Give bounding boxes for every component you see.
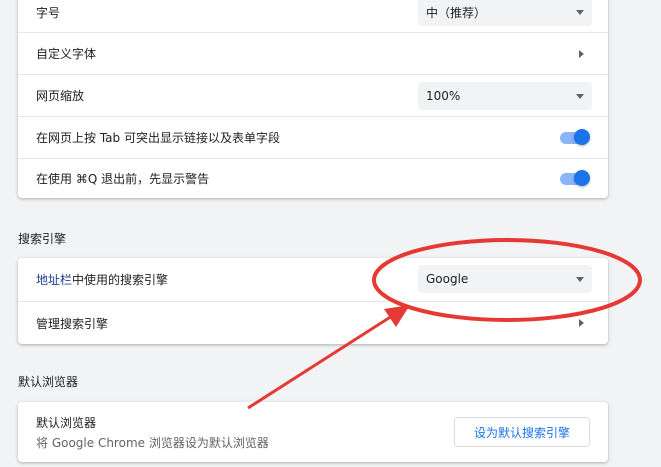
custom-fonts-label: 自定义字体: [36, 47, 97, 61]
chevron-right-icon: [579, 319, 584, 327]
search-engine-value: Google: [426, 272, 469, 286]
default-browser-text: 默认浏览器 将 Google Chrome 浏览器设为默认浏览器: [36, 414, 269, 451]
page-zoom-label: 网页缩放: [36, 89, 85, 103]
default-browser-card: 默认浏览器 将 Google Chrome 浏览器设为默认浏览器 设为默认搜索引…: [18, 402, 608, 462]
chevron-right-icon: [579, 49, 584, 58]
search-engine-select[interactable]: Google: [418, 265, 592, 293]
page-zoom-select[interactable]: 100%: [418, 82, 592, 110]
default-browser-row: 默认浏览器 将 Google Chrome 浏览器设为默认浏览器 设为默认搜索引…: [18, 402, 608, 462]
custom-fonts-row[interactable]: 自定义字体: [18, 32, 608, 74]
address-bar-engine-label: 地址栏中使用的搜索引擎: [36, 271, 168, 288]
tab-highlight-label: 在网页上按 Tab 可突出显示链接以及表单字段: [36, 131, 280, 145]
font-size-label: 字号: [36, 5, 61, 20]
default-browser-label: 默认浏览器: [36, 415, 97, 430]
default-browser-description: 将 Google Chrome 浏览器设为默认浏览器: [36, 435, 269, 450]
address-bar-engine-row: 地址栏中使用的搜索引擎 Google: [18, 258, 608, 301]
chevron-down-icon: [576, 277, 584, 282]
font-size-row: 字号 中（推荐）: [18, 0, 608, 32]
tab-highlight-toggle[interactable]: [560, 129, 590, 145]
manage-search-engines-label: 管理搜索引擎: [36, 316, 109, 331]
quit-warning-row: 在使用 ⌘Q 退出前，先显示警告: [18, 158, 608, 198]
chevron-down-icon: [576, 94, 584, 99]
toggle-knob: [574, 129, 590, 145]
address-bar-label-rest: 中使用的搜索引擎: [72, 273, 169, 287]
chevron-down-icon: [576, 10, 584, 15]
set-default-button[interactable]: 设为默认搜索引擎: [454, 417, 590, 447]
search-engine-section-title: 搜索引擎: [18, 232, 67, 246]
search-engine-card: 地址栏中使用的搜索引擎 Google 管理搜索引擎: [18, 258, 608, 344]
page-zoom-row: 网页缩放 100%: [18, 74, 608, 116]
address-bar-link[interactable]: 地址栏: [36, 273, 72, 287]
appearance-card: 字号 中（推荐） 自定义字体 网页缩放 100% 在网页上按 Tab 可突出显示…: [18, 0, 608, 198]
page-zoom-value: 100%: [426, 89, 461, 103]
quit-warning-label: 在使用 ⌘Q 退出前，先显示警告: [36, 172, 210, 186]
manage-search-engines-row[interactable]: 管理搜索引擎: [18, 301, 608, 344]
tab-highlight-row: 在网页上按 Tab 可突出显示链接以及表单字段: [18, 116, 608, 158]
font-size-select[interactable]: 中（推荐）: [418, 0, 592, 26]
quit-warning-toggle[interactable]: [560, 170, 590, 186]
font-size-value: 中（推荐）: [426, 5, 487, 20]
toggle-knob: [574, 170, 590, 186]
default-browser-section-title: 默认浏览器: [18, 375, 79, 389]
